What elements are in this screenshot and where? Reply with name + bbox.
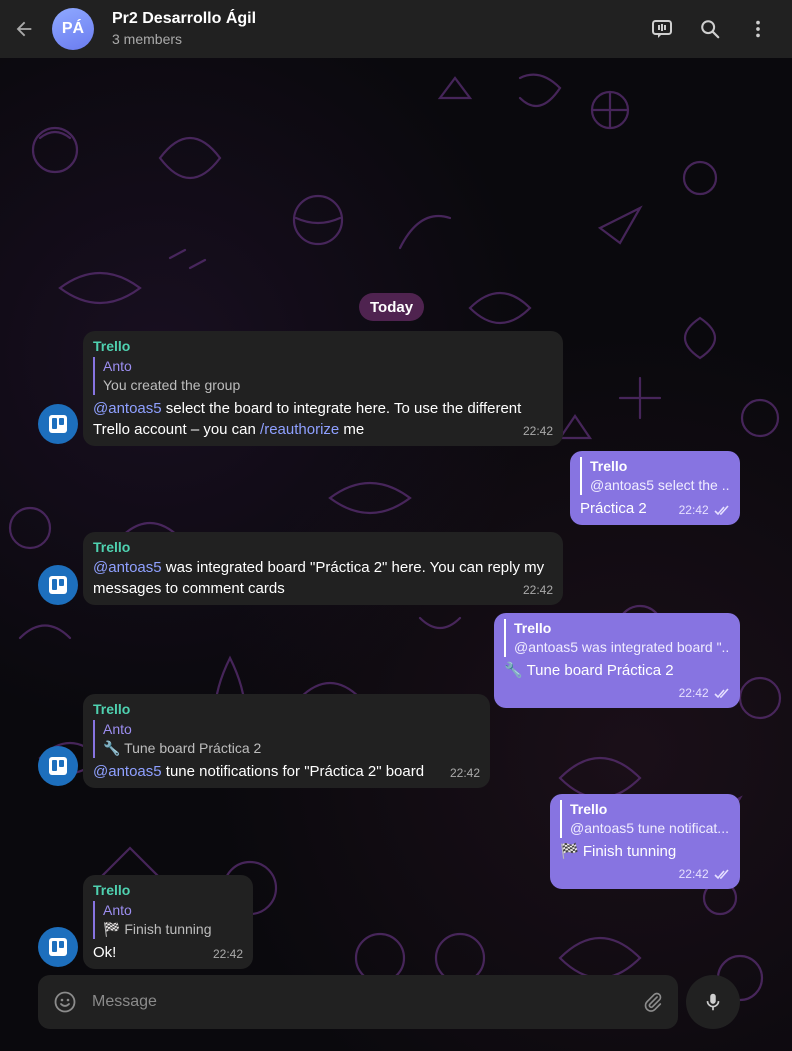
message-time: 22:42 [449, 766, 480, 780]
message-text: 🔧 Tune board Práctica 2 22:42 [504, 660, 730, 700]
trello-avatar[interactable] [38, 565, 78, 605]
message-time: 22:42 [679, 866, 730, 883]
double-check-icon [714, 869, 729, 880]
message-text-part: Ok! [93, 944, 117, 961]
back-button[interactable] [0, 0, 48, 58]
double-check-icon [714, 505, 729, 516]
trello-icon [49, 757, 67, 775]
message-text: 🏁 Finish tunning 22:42 [560, 841, 730, 881]
message-bubble-incoming[interactable]: Trello @antoas5 was integrated board "Pr… [83, 532, 563, 605]
sender-name[interactable]: Trello [93, 337, 553, 356]
date-separator: Today [359, 293, 425, 321]
member-count: 3 members [112, 31, 183, 47]
search-icon [701, 20, 720, 39]
user-mention[interactable]: @antoas5 [93, 559, 162, 576]
message-bubble-outgoing[interactable]: Trello @antoas5 tune notificat... 🏁 Fini… [550, 794, 740, 889]
message-time: 22:42 [522, 583, 553, 597]
message-bubble-incoming[interactable]: Trello Anto 🔧 Tune board Práctica 2 @ant… [83, 694, 490, 788]
message-text: @antoas5 tune notifications for "Práctic… [93, 761, 480, 782]
reply-text: 🔧 Tune board Práctica 2 [103, 740, 262, 756]
reply-text: @antoas5 tune notificat... [570, 820, 729, 836]
trello-avatar[interactable] [38, 746, 78, 786]
reply-author: Trello [570, 801, 608, 817]
message-bubble-incoming[interactable]: Trello Anto You created the group @antoa… [83, 331, 563, 446]
message-text-part: me [339, 421, 365, 438]
trello-icon [49, 938, 67, 956]
sender-name[interactable]: Trello [93, 881, 243, 900]
attach-button[interactable] [628, 975, 678, 1029]
message-text-part: Práctica 2 [580, 500, 647, 517]
user-mention[interactable]: @antoas5 [93, 400, 162, 417]
message-text: Práctica 2 22:42 [580, 498, 730, 519]
reply-author: Anto [103, 721, 132, 737]
message-bubble-outgoing[interactable]: Trello @antoas5 select the ... Práctica … [570, 451, 740, 525]
arrow-left-icon [16, 21, 32, 37]
message-text: @antoas5 select the board to integrate h… [93, 398, 553, 440]
reply-preview[interactable]: Anto 🏁 Finish tunning [93, 901, 243, 939]
message-bubble-outgoing[interactable]: Trello @antoas5 was integrated board "..… [494, 613, 740, 708]
voice-record-button[interactable] [686, 975, 740, 1029]
reply-text: @antoas5 select the ... [590, 477, 730, 493]
trello-avatar[interactable] [38, 927, 78, 967]
reply-author: Anto [103, 902, 132, 918]
reply-text: @antoas5 was integrated board "... [514, 639, 730, 655]
search-button[interactable] [690, 9, 730, 49]
sender-name[interactable]: Trello [93, 700, 480, 719]
microphone-icon [706, 993, 720, 1011]
time-text: 22:42 [678, 867, 709, 881]
message-text-part: was integrated board "Práctica 2" here. … [93, 559, 545, 597]
reply-text: You created the group [103, 377, 241, 393]
message-input[interactable] [92, 975, 628, 1029]
message-text-part: 🏁 Finish tunning [560, 843, 677, 860]
reply-preview[interactable]: Trello @antoas5 select the ... [580, 457, 730, 495]
reply-preview[interactable]: Trello @antoas5 tune notificat... [560, 800, 730, 838]
reply-author: Trello [514, 620, 552, 636]
message-time: 22:42 [679, 502, 730, 519]
more-button[interactable] [738, 9, 778, 49]
message-text: Ok! 22:42 [93, 942, 243, 963]
time-text: 22:42 [678, 686, 709, 700]
live-stream-button[interactable] [642, 9, 682, 49]
message-time: 22:42 [522, 424, 553, 438]
message-text-part: 🔧 Tune board Práctica 2 [504, 662, 674, 679]
message-composer [38, 975, 678, 1029]
sender-name[interactable]: Trello [93, 538, 553, 557]
chat-header: PÁ Pr2 Desarrollo Ágil 3 members [0, 0, 792, 58]
more-vertical-icon [756, 20, 760, 38]
paperclip-icon [644, 992, 662, 1012]
reply-preview[interactable]: Trello @antoas5 was integrated board "..… [504, 619, 730, 657]
chat-info[interactable]: Pr2 Desarrollo Ágil 3 members [112, 9, 256, 49]
message-text-part: tune notifications for "Práctica 2" boar… [161, 763, 425, 780]
reply-preview[interactable]: Anto You created the group [93, 357, 553, 395]
live-stream-icon [652, 20, 672, 38]
message-text: @antoas5 was integrated board "Práctica … [93, 557, 553, 599]
double-check-icon [714, 688, 729, 699]
chat-title: Pr2 Desarrollo Ágil [112, 10, 257, 27]
trello-icon [49, 415, 67, 433]
smile-icon [54, 991, 76, 1013]
reply-author: Anto [103, 358, 132, 374]
reply-text: 🏁 Finish tunning [103, 921, 212, 937]
message-time: 22:42 [679, 685, 730, 702]
emoji-button[interactable] [38, 975, 92, 1029]
message-time: 22:42 [212, 947, 243, 961]
trello-icon [49, 576, 67, 594]
reply-preview[interactable]: Anto 🔧 Tune board Práctica 2 [93, 720, 480, 758]
trello-avatar[interactable] [38, 404, 78, 444]
message-bubble-incoming[interactable]: Trello Anto 🏁 Finish tunning Ok! 22:42 [83, 875, 253, 969]
bot-command-link[interactable]: /reauthorize [260, 421, 339, 438]
group-avatar[interactable]: PÁ [52, 8, 94, 50]
user-mention[interactable]: @antoas5 [93, 763, 162, 780]
time-text: 22:42 [678, 503, 709, 517]
reply-author: Trello [590, 458, 628, 474]
